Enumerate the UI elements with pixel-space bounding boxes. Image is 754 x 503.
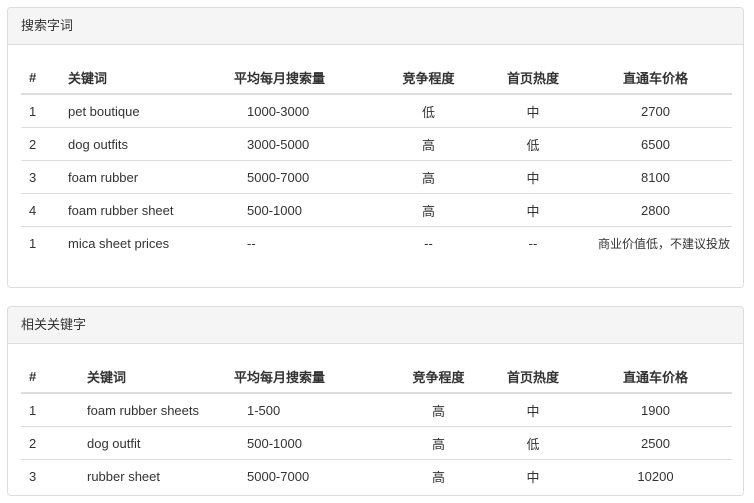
table-header-row: # 关键词 平均每月搜索量 竞争程度 首页热度 直通车价格: [21, 61, 732, 95]
row-homepage-heat: 中: [487, 160, 579, 194]
row-competition: 低: [421, 104, 435, 120]
table-header-row: # 关键词 平均每月搜索量 竞争程度 首页热度 直通车价格: [21, 360, 732, 394]
row-keyword: rubber sheet: [79, 459, 226, 492]
related-keywords-table: # 关键词 平均每月搜索量 竞争程度 首页热度 直通车价格 1 foam rub…: [21, 360, 732, 492]
row-ppc-price: 6500: [579, 127, 732, 161]
row-competition: --: [370, 226, 487, 259]
row-monthly-searches: 1-500: [247, 402, 281, 418]
row-ppc-price: 8100: [579, 160, 732, 194]
row-competition: 高: [390, 459, 487, 492]
row-homepage-heat: 中: [526, 403, 540, 419]
row-index: 2: [21, 426, 79, 460]
row-monthly-searches: 3000-5000: [226, 127, 370, 161]
row-monthly-searches: 500-1000: [226, 193, 370, 227]
row-keyword: dog outfits: [60, 127, 226, 161]
row-index: 3: [21, 459, 79, 492]
row-index: 2: [21, 127, 60, 161]
row-ppc-price: 10200: [579, 459, 732, 492]
row-ppc-price: 2500: [579, 426, 732, 460]
search-terms-panel-title: 搜索字词: [8, 8, 743, 45]
table-row: 2 dog outfit 500-1000 高 低 2500: [21, 426, 732, 460]
row-index: 4: [21, 193, 60, 227]
row-ppc-price: 商业价值低，不建议投放: [579, 226, 732, 259]
row-keyword: foam rubber: [60, 160, 226, 194]
column-header-keyword: 关键词: [60, 61, 226, 95]
row-competition: 高: [370, 127, 487, 161]
related-keywords-panel-body: # 关键词 平均每月搜索量 竞争程度 首页热度 直通车价格 1 foam rub…: [8, 344, 743, 492]
column-header-competition: 竞争程度: [370, 61, 487, 95]
row-homepage-heat: --: [487, 226, 579, 259]
row-monthly-searches: 5000-7000: [226, 459, 390, 492]
column-header-monthly-searches: 平均每月搜索量: [226, 360, 390, 394]
row-homepage-heat: 中: [526, 104, 540, 120]
row-competition: 高: [390, 426, 487, 460]
row-competition: 高: [370, 160, 487, 194]
column-header-ppc-price: 直通车价格: [579, 61, 732, 95]
column-header-monthly-searches: 平均每月搜索量: [226, 61, 370, 95]
row-homepage-heat: 中: [487, 459, 579, 492]
search-terms-panel-body: # 关键词 平均每月搜索量 竞争程度 首页热度 直通车价格 1 pet bout…: [8, 45, 743, 259]
related-keywords-panel-title: 相关关键字: [8, 307, 743, 344]
table-row: 1 mica sheet prices -- -- -- 商业价值低，不建议投放: [21, 226, 732, 259]
row-competition: 高: [370, 193, 487, 227]
column-header-index: #: [21, 61, 60, 95]
row-keyword: pet boutique: [68, 103, 140, 119]
table-row: 2 dog outfits 3000-5000 高 低 6500: [21, 127, 732, 161]
search-terms-table: # 关键词 平均每月搜索量 竞争程度 首页热度 直通车价格 1 pet bout…: [21, 61, 732, 259]
related-keywords-panel: 相关关键字 # 关键词 平均每月搜索量 竞争程度 首页热度 直通车价格 1 fo…: [7, 306, 744, 496]
row-index: 3: [21, 160, 60, 194]
row-keyword: mica sheet prices: [60, 226, 226, 259]
row-ppc-price: 2700: [641, 103, 670, 119]
row-keyword: foam rubber sheets: [87, 402, 200, 418]
column-header-keyword: 关键词: [79, 360, 226, 394]
row-monthly-searches: 1000-3000: [247, 103, 310, 119]
column-header-ppc-price: 直通车价格: [579, 360, 732, 394]
row-competition: 高: [431, 403, 445, 419]
table-row: 3 foam rubber 5000-7000 高 中 8100: [21, 160, 732, 194]
search-terms-panel: 搜索字词 # 关键词 平均每月搜索量 竞争程度 首页热度 直通车价格 1 pet…: [7, 7, 744, 288]
table-row: 1 pet boutique 1000-3000 低 中 2700: [21, 94, 732, 128]
table-row: 3 rubber sheet 5000-7000 高 中 10200: [21, 459, 732, 492]
row-ppc-price: 2800: [579, 193, 732, 227]
column-header-homepage-heat: 首页热度: [487, 61, 579, 95]
row-ppc-price: 1900: [641, 402, 670, 418]
row-index: 1: [29, 402, 37, 418]
table-row: 4 foam rubber sheet 500-1000 高 中 2800: [21, 193, 732, 227]
row-index: 1: [21, 226, 60, 259]
row-monthly-searches: --: [226, 226, 370, 259]
column-header-homepage-heat: 首页热度: [487, 360, 579, 394]
row-homepage-heat: 低: [487, 426, 579, 460]
table-row: 1 foam rubber sheets 1-500 高 中 1900: [21, 393, 732, 427]
column-header-competition: 竞争程度: [390, 360, 487, 394]
row-index: 1: [29, 103, 37, 119]
row-homepage-heat: 低: [487, 127, 579, 161]
column-header-index: #: [21, 360, 79, 394]
row-monthly-searches: 500-1000: [226, 426, 390, 460]
row-monthly-searches: 5000-7000: [226, 160, 370, 194]
row-homepage-heat: 中: [487, 193, 579, 227]
row-keyword: dog outfit: [79, 426, 226, 460]
row-keyword: foam rubber sheet: [60, 193, 226, 227]
